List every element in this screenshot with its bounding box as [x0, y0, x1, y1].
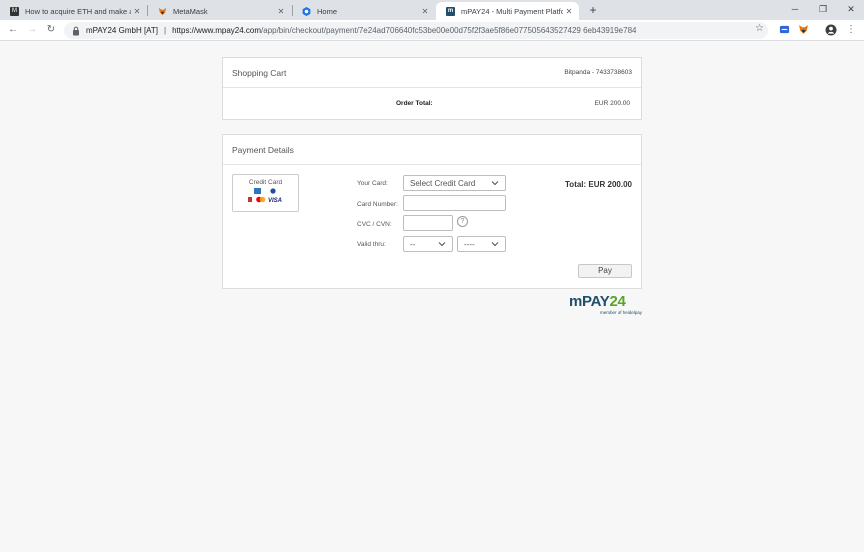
gear-icon: [302, 6, 311, 16]
address-bar[interactable]: mPAY24 GmbH [AT] | https://www.mpay24.co…: [64, 22, 768, 39]
close-tab-icon[interactable]: ✕: [563, 7, 575, 16]
bookmark-star-icon[interactable]: ☆: [755, 23, 764, 34]
pay-button[interactable]: Pay: [578, 264, 632, 278]
tab-medium[interactable]: M How to acquire ETH and make a ✕: [0, 2, 147, 20]
method-label: Credit Card: [248, 179, 283, 186]
help-icon[interactable]: ?: [457, 216, 468, 227]
order-reference: Bitpanda - 7433738603: [564, 69, 632, 76]
mpay24-logo: mPAY24 member of heidelpay: [569, 294, 644, 318]
url-host: https://www.mpay24.com: [172, 26, 262, 35]
brand-tagline: member of heidelpay: [599, 310, 642, 315]
menu-kebab-icon[interactable]: ⋮: [845, 24, 857, 36]
omnibox-divider: |: [164, 26, 167, 35]
visa-icon: VISA: [268, 198, 282, 204]
expiry-month-value: --: [410, 239, 416, 249]
brand-number: 24: [609, 293, 626, 310]
forward-button[interactable]: →: [25, 23, 39, 37]
order-total-value: EUR 200.00: [594, 100, 630, 107]
minimize-button[interactable]: ─: [782, 2, 808, 16]
card-number-label: Card Number:: [357, 201, 398, 208]
tab-metamask[interactable]: MetaMask ✕: [148, 2, 291, 20]
extension-icon[interactable]: [778, 24, 790, 36]
shopping-cart-panel: Shopping Cart Bitpanda - 7433738603 Orde…: [222, 57, 642, 120]
expiry-month-select[interactable]: --: [403, 236, 453, 252]
chevron-down-icon: [491, 240, 499, 248]
tab-mpay24[interactable]: m mPAY24 - Multi Payment Platform ✕: [436, 2, 579, 20]
lock-icon: [72, 26, 80, 36]
payment-title: Payment Details: [232, 145, 294, 155]
chevron-down-icon: [491, 179, 499, 187]
site-identity: mPAY24 GmbH [AT]: [86, 26, 159, 35]
metamask-fox-icon: [158, 7, 167, 16]
card-type-select[interactable]: Select Credit Card: [403, 175, 506, 191]
card-type-value: Select Credit Card: [410, 178, 476, 188]
mpay24-icon: m: [446, 6, 455, 16]
close-tab-icon[interactable]: ✕: [419, 7, 431, 16]
tab-title: MetaMask: [173, 6, 208, 16]
cvc-label: CVC / CVN:: [357, 221, 392, 228]
url-path: /app/bin/checkout/payment/7e24ad706640fc…: [261, 26, 637, 35]
medium-icon: M: [10, 6, 19, 16]
cart-header: Shopping Cart Bitpanda - 7433738603: [223, 58, 641, 88]
close-window-button[interactable]: ✕: [838, 2, 864, 16]
cvc-input[interactable]: [403, 215, 453, 231]
close-tab-icon[interactable]: ✕: [131, 7, 143, 16]
restore-button[interactable]: ❐: [810, 2, 836, 16]
valid-thru-label: Valid thru:: [357, 241, 386, 248]
close-tab-icon[interactable]: ✕: [275, 7, 287, 16]
amex-icon: [253, 188, 261, 194]
payment-details-panel: Payment Details Credit Card VISA Your Ca…: [222, 134, 642, 289]
tab-title: How to acquire ETH and make a: [25, 6, 131, 16]
chevron-down-icon: [438, 240, 446, 248]
brand-wordmark: mPAY24: [569, 294, 644, 310]
tab-title: Home: [317, 6, 338, 16]
back-button[interactable]: ←: [6, 23, 20, 37]
card-logos: VISA: [233, 188, 298, 204]
your-card-label: Your Card:: [357, 180, 388, 187]
expiry-year-select[interactable]: ----: [457, 236, 506, 252]
tab-strip: M How to acquire ETH and make a ✕ MetaMa…: [0, 0, 864, 20]
payment-total: Total: EUR 200.00: [565, 180, 632, 189]
diners-icon: [269, 188, 276, 194]
credit-card-method-button[interactable]: Credit Card VISA: [232, 174, 299, 212]
tab-home[interactable]: Home ✕: [292, 2, 435, 20]
payment-header: Payment Details: [223, 135, 641, 165]
profile-avatar-icon[interactable]: [825, 24, 837, 36]
browser-toolbar: ← → ↻ mPAY24 GmbH [AT] | https://www.mpa…: [0, 20, 864, 41]
new-tab-button[interactable]: +: [586, 3, 600, 17]
maestro-icon: [247, 197, 252, 202]
card-number-input[interactable]: [403, 195, 506, 211]
expiry-year-value: ----: [464, 239, 475, 249]
cart-title: Shopping Cart: [232, 68, 287, 78]
metamask-fox-icon[interactable]: [797, 24, 809, 36]
reload-button[interactable]: ↻: [44, 23, 58, 37]
order-total-label: Order Total:: [396, 100, 433, 107]
tab-title: mPAY24 - Multi Payment Platform: [461, 6, 563, 16]
brand-prefix: mPAY: [569, 293, 610, 310]
